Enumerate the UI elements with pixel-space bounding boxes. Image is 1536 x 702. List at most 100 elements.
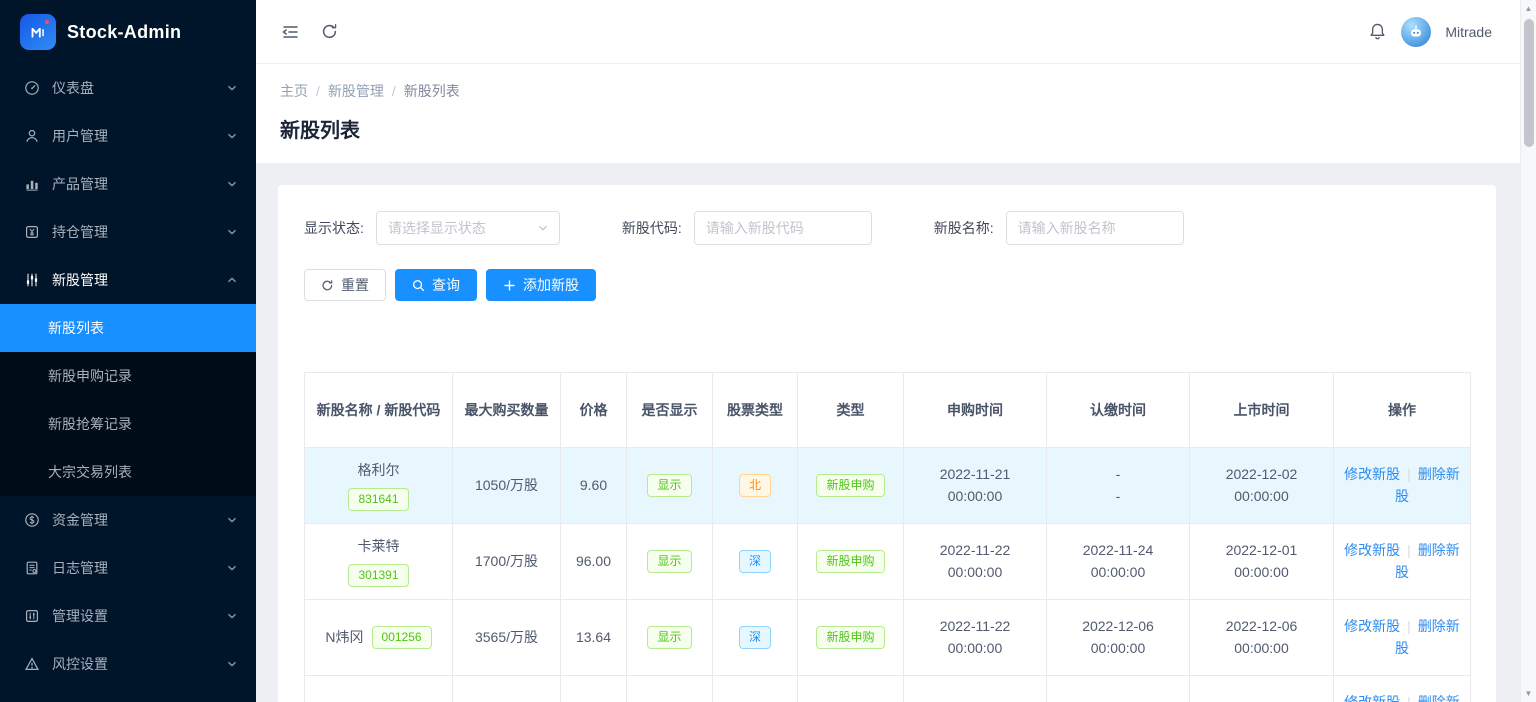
market-badge: 深 bbox=[739, 550, 771, 573]
sidebar-menu: 仪表盘用户管理产品管理持仓管理新股管理新股列表新股申购记录新股抢筹记录大宗交易列… bbox=[0, 64, 256, 688]
reset-button[interactable]: 重置 bbox=[304, 269, 386, 301]
column-header-3: 是否显示 bbox=[627, 373, 713, 448]
add-stock-button-label: 添加新股 bbox=[523, 275, 579, 295]
sidebar-item-0[interactable]: 仪表盘 bbox=[0, 64, 256, 112]
app-logo[interactable]: Stock-Admin bbox=[0, 0, 256, 64]
chevron-down-icon bbox=[226, 514, 238, 526]
stock-name-group: 新股名称: bbox=[934, 211, 1184, 245]
button-row: 重置 查询 添加新股 bbox=[304, 269, 1470, 301]
sidebar-item-1[interactable]: 用户管理 bbox=[0, 112, 256, 160]
edit-stock-link[interactable]: 修改新股 bbox=[1344, 466, 1400, 482]
pay-time-cell: 2022-12-0600:00:00 bbox=[1047, 600, 1190, 676]
sidebar-subitem[interactable]: 大宗交易列表 bbox=[0, 448, 256, 496]
edit-stock-link[interactable]: 修改新股 bbox=[1344, 542, 1400, 558]
sidebar-item-6[interactable]: 日志管理 bbox=[0, 544, 256, 592]
chevron-down-icon bbox=[226, 226, 238, 238]
breadcrumb: 主页/新股管理/新股列表 bbox=[280, 81, 1496, 101]
breadcrumb-separator: / bbox=[392, 83, 396, 99]
stock-code-badge: 301391 bbox=[348, 564, 408, 587]
market-cell: 深 bbox=[713, 524, 798, 600]
chevron-down-icon bbox=[226, 562, 238, 574]
type-cell: 新股申购 bbox=[798, 524, 904, 600]
list-time-cell: 2022-12-0100:00:00 bbox=[1190, 524, 1334, 600]
sidebar-item-2[interactable]: 产品管理 bbox=[0, 160, 256, 208]
column-header-7: 认缴时间 bbox=[1047, 373, 1190, 448]
search-button[interactable]: 查询 bbox=[395, 269, 477, 301]
scrollbar-track[interactable] bbox=[1521, 17, 1536, 685]
new-stock-icon bbox=[24, 272, 42, 288]
table-row: 三未信安1914/万股78.89显示沪新股申购2022-11-232022-11… bbox=[305, 676, 1471, 702]
sidebar-item-8[interactable]: 风控设置 bbox=[0, 640, 256, 688]
delete-stock-link[interactable]: 删除新股 bbox=[1395, 694, 1460, 702]
action-divider: | bbox=[1407, 466, 1411, 482]
type-badge: 新股申购 bbox=[816, 550, 884, 573]
stock-code-label: 新股代码: bbox=[622, 218, 682, 238]
username[interactable]: Mitrade bbox=[1445, 24, 1492, 40]
pay-time-cell: -- bbox=[1047, 448, 1190, 524]
chevron-down-icon bbox=[226, 658, 238, 670]
sidebar-subitem[interactable]: 新股列表 bbox=[0, 304, 256, 352]
chevron-down-icon bbox=[226, 130, 238, 142]
chevron-down-icon bbox=[226, 82, 238, 94]
breadcrumb-item[interactable]: 新股管理 bbox=[328, 81, 384, 101]
sidebar-item-7[interactable]: 管理设置 bbox=[0, 592, 256, 640]
reset-icon bbox=[321, 279, 334, 292]
market-cell: 北 bbox=[713, 448, 798, 524]
app-logo-icon bbox=[20, 14, 56, 50]
logo-dot bbox=[45, 20, 49, 24]
stock-table-wrap: 新股名称 / 新股代码最大购买数量价格是否显示股票类型类型申购时间认缴时间上市时… bbox=[304, 372, 1470, 702]
sidebar-subitem[interactable]: 新股抢筹记录 bbox=[0, 400, 256, 448]
market-badge: 深 bbox=[739, 626, 771, 649]
stock-name-input[interactable] bbox=[1006, 211, 1184, 245]
price-cell: 78.89 bbox=[561, 676, 627, 702]
sidebar: Stock-Admin 仪表盘用户管理产品管理持仓管理新股管理新股列表新股申购记… bbox=[0, 0, 256, 702]
stock-name: 卡莱特 bbox=[311, 536, 446, 558]
add-stock-button[interactable]: 添加新股 bbox=[486, 269, 596, 301]
column-header-4: 股票类型 bbox=[713, 373, 798, 448]
scroll-down-icon[interactable]: ▼ bbox=[1521, 685, 1536, 702]
pay-time-cell: 2022-11-25 bbox=[1047, 676, 1190, 702]
breadcrumb-item: 新股列表 bbox=[404, 81, 460, 101]
visible-badge: 显示 bbox=[647, 550, 691, 573]
type-badge: 新股申购 bbox=[816, 474, 884, 497]
sidebar-item-5[interactable]: 资金管理 bbox=[0, 496, 256, 544]
display-status-select[interactable]: 请选择显示状态 bbox=[376, 211, 560, 245]
max-buy-cell: 3565/万股 bbox=[453, 600, 561, 676]
scroll-up-icon[interactable]: ▲ bbox=[1521, 0, 1536, 17]
stock-table: 新股名称 / 新股代码最大购买数量价格是否显示股票类型类型申购时间认缴时间上市时… bbox=[304, 372, 1471, 702]
admin-settings-icon bbox=[24, 608, 42, 624]
app-root: Stock-Admin 仪表盘用户管理产品管理持仓管理新股管理新股列表新股申购记… bbox=[0, 0, 1536, 702]
visible-cell: 显示 bbox=[627, 676, 713, 702]
stock-code-group: 新股代码: bbox=[622, 211, 872, 245]
sidebar-item-4[interactable]: 新股管理 bbox=[0, 256, 256, 304]
type-cell: 新股申购 bbox=[798, 676, 904, 702]
user-avatar[interactable] bbox=[1401, 17, 1431, 47]
refresh-icon[interactable] bbox=[320, 22, 339, 41]
delete-stock-link[interactable]: 删除新股 bbox=[1395, 466, 1460, 504]
vertical-scrollbar[interactable]: ▲ ▼ bbox=[1520, 0, 1536, 702]
sidebar-subitem[interactable]: 新股申购记录 bbox=[0, 352, 256, 400]
name-code-cell: N炜冈001256 bbox=[305, 600, 453, 676]
action-divider: | bbox=[1407, 618, 1411, 634]
sidebar-item-3[interactable]: 持仓管理 bbox=[0, 208, 256, 256]
stock-name: N炜冈 bbox=[325, 627, 363, 649]
max-buy-cell: 1914/万股 bbox=[453, 676, 561, 702]
notification-bell-icon[interactable] bbox=[1368, 22, 1387, 41]
max-buy-cell: 1700/万股 bbox=[453, 524, 561, 600]
sidebar-item-label: 资金管理 bbox=[52, 510, 226, 530]
apply-time-cell: 2022-11-2200:00:00 bbox=[904, 600, 1047, 676]
type-cell: 新股申购 bbox=[798, 600, 904, 676]
stock-code-input[interactable] bbox=[694, 211, 872, 245]
delete-stock-link[interactable]: 删除新股 bbox=[1395, 618, 1460, 656]
edit-stock-link[interactable]: 修改新股 bbox=[1344, 694, 1400, 702]
display-status-placeholder: 请选择显示状态 bbox=[388, 218, 486, 238]
app-title: Stock-Admin bbox=[67, 22, 181, 43]
action-divider: | bbox=[1407, 542, 1411, 558]
scrollbar-thumb[interactable] bbox=[1524, 19, 1534, 147]
sidebar-submenu: 新股列表新股申购记录新股抢筹记录大宗交易列表 bbox=[0, 304, 256, 496]
edit-stock-link[interactable]: 修改新股 bbox=[1344, 618, 1400, 634]
delete-stock-link[interactable]: 删除新股 bbox=[1395, 542, 1460, 580]
users-icon bbox=[24, 128, 42, 144]
sidebar-collapse-icon[interactable] bbox=[280, 22, 300, 42]
breadcrumb-item[interactable]: 主页 bbox=[280, 81, 308, 101]
